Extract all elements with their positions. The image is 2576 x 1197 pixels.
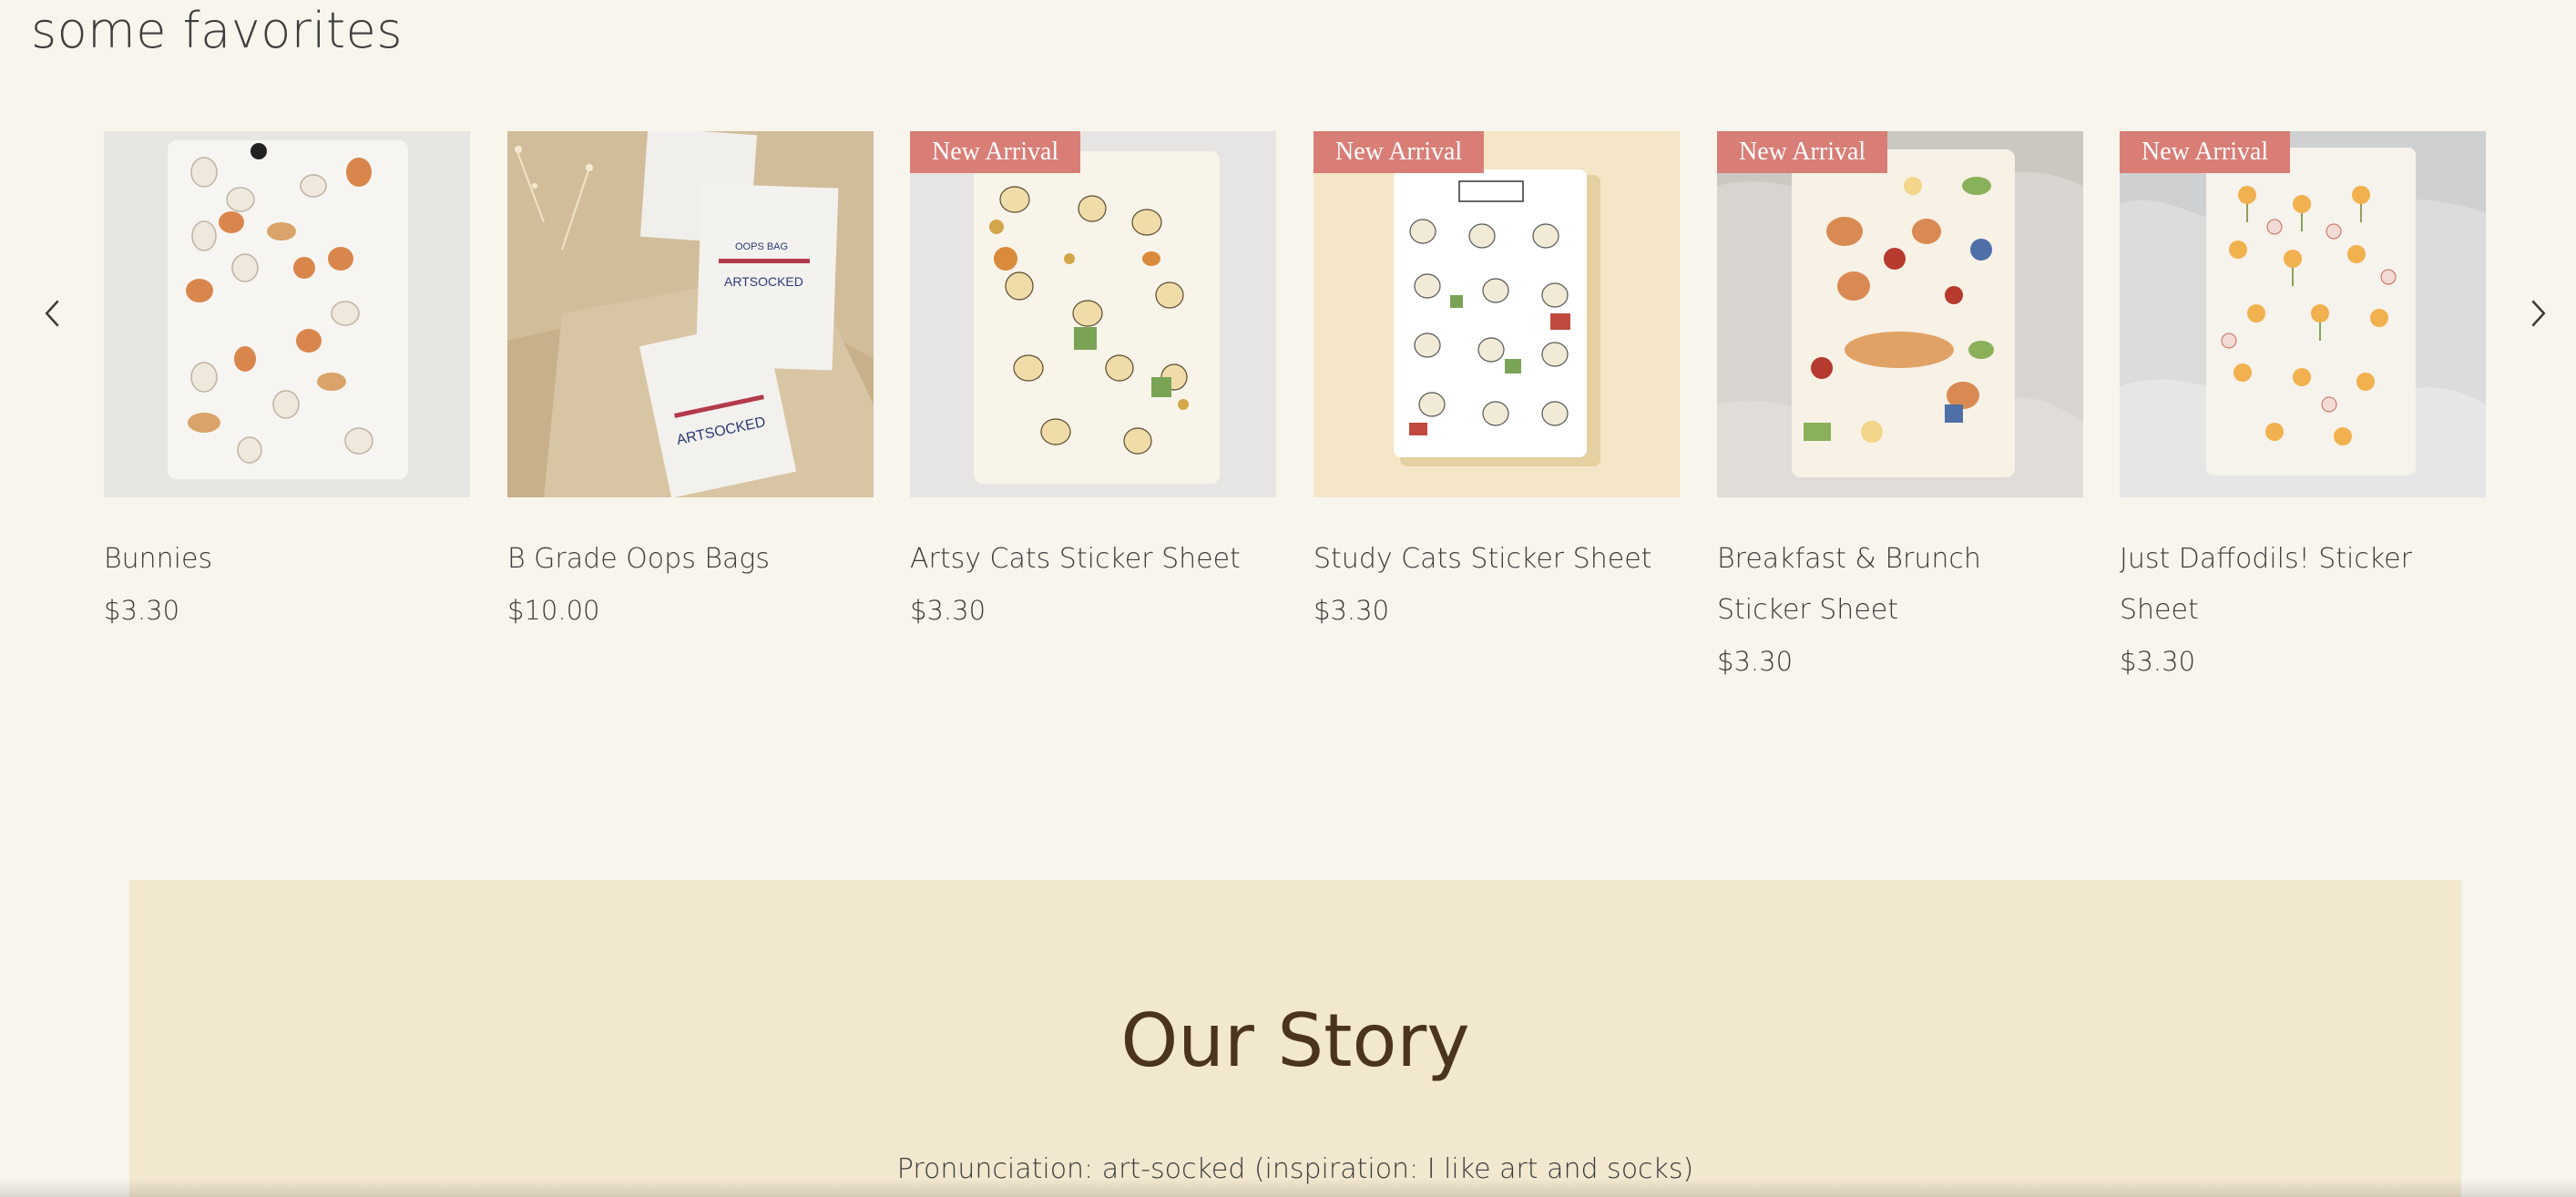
svg-text:OOPS BAG: OOPS BAG (735, 241, 788, 252)
new-arrival-badge: New Arrival (2120, 131, 2291, 173)
product-name[interactable]: Bunnies (104, 534, 470, 585)
product-price: $3.30 (910, 595, 986, 626)
story-title: Our Story (1120, 998, 1470, 1083)
product-card[interactable]: ARTSOCKED OOPS BAG ARTSOCKED B Grade Oop… (507, 131, 874, 636)
product-price: $3.30 (104, 595, 180, 626)
product-image[interactable]: New Arrival (910, 131, 1276, 497)
new-arrival-badge: New Arrival (1314, 131, 1485, 173)
product-name[interactable]: B Grade Oops Bags (507, 534, 874, 585)
product-card[interactable]: New Arrival Breakfast & Brunch Sticker S… (1717, 131, 2083, 687)
product-name[interactable]: Study Cats Sticker Sheet (1314, 534, 1680, 585)
svg-text:ARTSOCKED: ARTSOCKED (724, 274, 803, 289)
product-name[interactable]: Artsy Cats Sticker Sheet (910, 534, 1276, 585)
product-card[interactable]: New Arrival Just Daffodils! Sticker Shee… (2120, 131, 2486, 687)
bottom-shadow (0, 1179, 2576, 1197)
carousel-next-button[interactable] (2516, 292, 2560, 335)
product-card[interactable]: New Arrival Study Cats Sticker Sheet $3.… (1314, 131, 1680, 636)
section-title: some favorites (31, 2, 403, 59)
product-price: $3.30 (1717, 646, 1794, 677)
product-image[interactable]: New Arrival (2120, 131, 2486, 497)
product-card[interactable]: Bunnies $3.30 (104, 131, 470, 636)
chevron-right-icon (2531, 300, 2546, 327)
product-price: $3.30 (2120, 646, 2196, 677)
product-price: $10.00 (507, 595, 600, 626)
product-image[interactable]: New Arrival (1314, 131, 1680, 497)
product-image[interactable]: New Arrival (1717, 131, 2083, 497)
product-name[interactable]: Breakfast & Brunch Sticker Sheet (1717, 534, 2083, 636)
product-price: $3.30 (1314, 595, 1390, 626)
product-card[interactable]: New Arrival Artsy Cats Sticker Sheet $3.… (910, 131, 1276, 636)
product-image[interactable] (104, 131, 470, 497)
new-arrival-badge: New Arrival (910, 131, 1081, 173)
product-image[interactable]: ARTSOCKED OOPS BAG ARTSOCKED (507, 131, 874, 497)
product-name[interactable]: Just Daffodils! Sticker Sheet (2120, 534, 2486, 636)
new-arrival-badge: New Arrival (1717, 131, 1888, 173)
our-story-section: Our Story Pronunciation: art-socked (ins… (129, 880, 2461, 1197)
carousel-prev-button[interactable] (31, 292, 75, 335)
chevron-left-icon (45, 300, 59, 327)
